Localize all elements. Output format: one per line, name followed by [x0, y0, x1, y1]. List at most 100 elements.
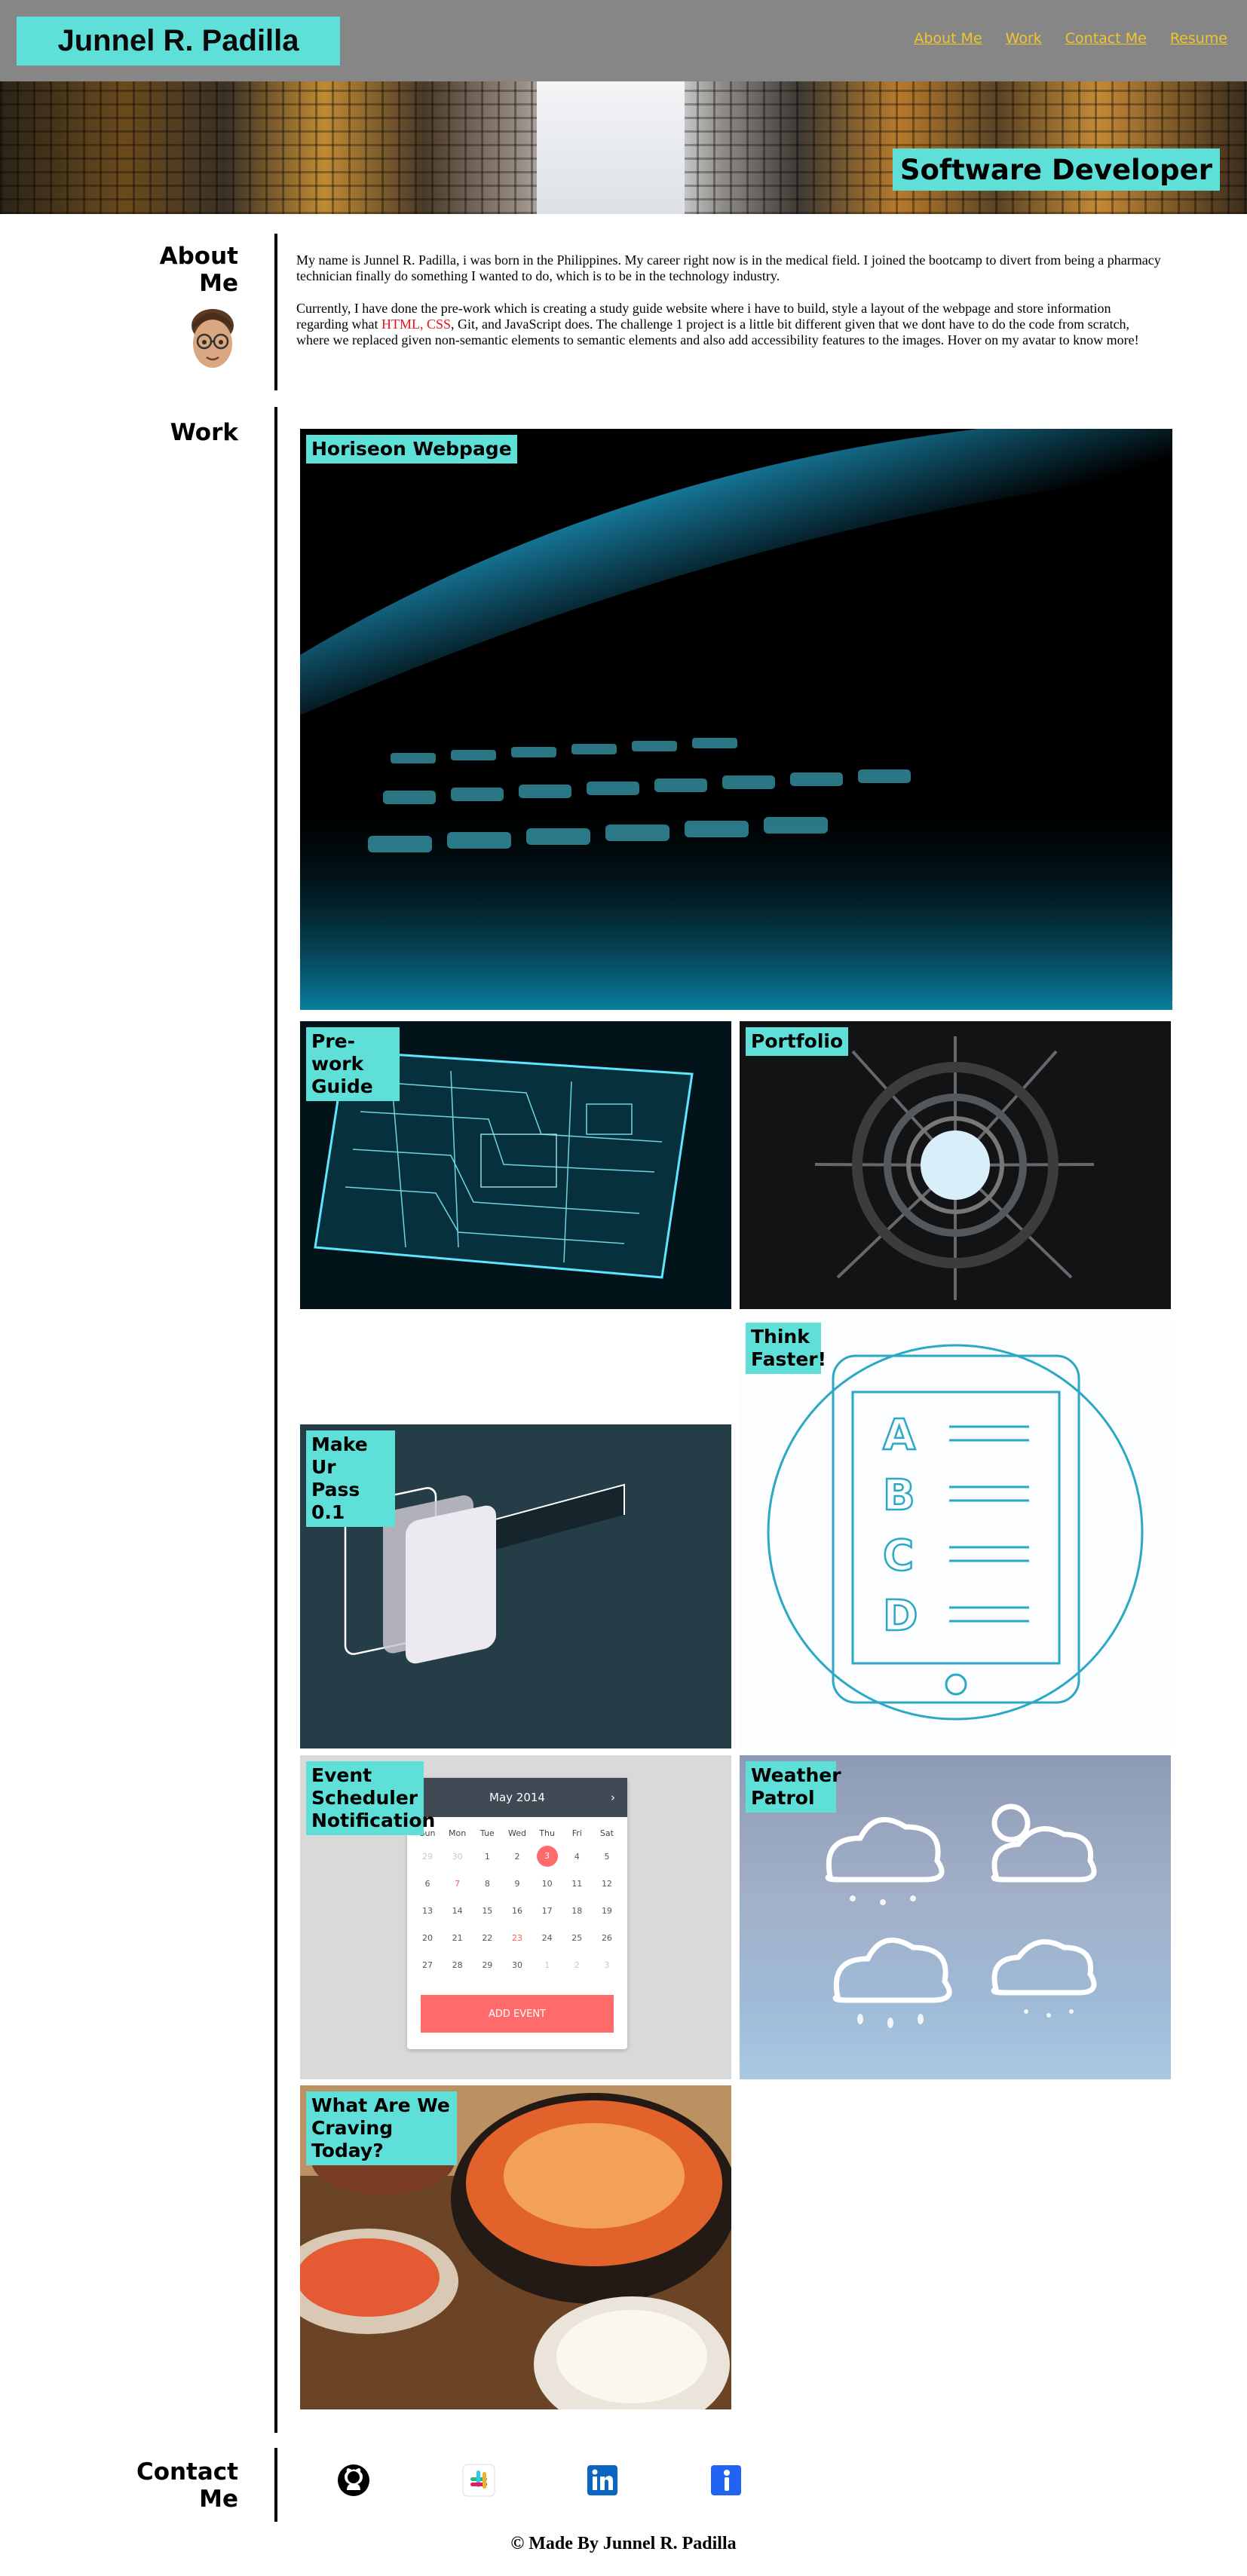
- sun-cloud-icon: [991, 1826, 1097, 1883]
- calendar-header: ‹ May 2014 ›: [407, 1778, 627, 1817]
- calendar-day[interactable]: 7: [445, 1879, 470, 1889]
- calendar-day[interactable]: 28: [445, 1960, 470, 1970]
- calendar-weekday: Thu: [539, 1828, 555, 1838]
- project-title-event-scheduler: Event Scheduler Notification: [306, 1761, 435, 1835]
- project-card-food-craving[interactable]: What Are We Craving Today?: [300, 2085, 731, 2409]
- quiz-letter-c: C: [883, 1531, 914, 1580]
- calendar-weekday: Mon: [449, 1828, 467, 1838]
- calendar-day[interactable]: 15: [474, 1906, 500, 1916]
- linkedin-icon[interactable]: [585, 2463, 620, 2498]
- calendar-day[interactable]: 22: [474, 1933, 500, 1943]
- calendar-day[interactable]: 12: [594, 1879, 620, 1889]
- calendar-day[interactable]: 20: [415, 1933, 440, 1943]
- calendar-day[interactable]: 17: [535, 1906, 560, 1916]
- highlight-html-css: HTML, CSS: [381, 317, 451, 332]
- github-icon[interactable]: [336, 2463, 371, 2498]
- project-card-weather-patrol[interactable]: Weather Patrol: [740, 1755, 1171, 2079]
- rain-cloud-icon: [832, 1937, 952, 2003]
- calendar-day[interactable]: 1: [535, 1960, 560, 1970]
- about-paragraph-2: Currently, I have done the pre-work whic…: [296, 301, 1163, 348]
- calendar-month: May 2014: [489, 1791, 545, 1804]
- calendar-day[interactable]: 29: [415, 1852, 440, 1862]
- calendar-week-row: 6 7 8 9 10 11 12: [415, 1870, 620, 1897]
- project-title-food-craving: What Are We Craving Today?: [306, 2091, 457, 2165]
- calendar-day[interactable]: 19: [594, 1906, 620, 1916]
- calendar-day[interactable]: 30: [504, 1960, 530, 1970]
- calendar-day[interactable]: 18: [564, 1906, 590, 1916]
- calendar-day[interactable]: 8: [474, 1879, 500, 1889]
- contact-links: [336, 2463, 758, 2498]
- nav-link-work[interactable]: Work: [1006, 30, 1042, 47]
- calendar-day[interactable]: 2: [564, 1960, 590, 1970]
- calendar-weekday: Tue: [479, 1828, 495, 1838]
- project-card-portfolio[interactable]: Portfolio: [740, 1021, 1171, 1309]
- about-paragraph-1: My name is Junnel R. Padilla, i was born…: [296, 252, 1161, 283]
- calendar-day[interactable]: 16: [504, 1906, 530, 1916]
- calendar-day[interactable]: 24: [535, 1933, 560, 1943]
- calendar-day[interactable]: 14: [445, 1906, 470, 1916]
- quiz-letter-a: A: [883, 1411, 916, 1460]
- calendar-week-row: 27 28 29 30 1 2 3: [415, 1951, 620, 1978]
- calendar-weekday: Fri: [571, 1828, 582, 1838]
- contact-divider: [274, 2448, 277, 2522]
- site-header: Junnel R. Padilla About Me Work Contact …: [0, 0, 1247, 81]
- calendar-weekday: Wed: [507, 1828, 526, 1838]
- slack-icon[interactable]: [461, 2463, 496, 2498]
- calendar-day[interactable]: 30: [445, 1852, 470, 1862]
- quiz-tablet-image: A B C D: [740, 1317, 1171, 1748]
- nav-link-resume[interactable]: Resume: [1170, 30, 1227, 47]
- project-card-think-faster[interactable]: A B C D Think Faster!: [740, 1317, 1171, 1748]
- main-nav: About Me Work Contact Me Resume: [914, 30, 1227, 47]
- project-title-portfolio: Portfolio: [746, 1027, 849, 1056]
- about-text: My name is Junnel R. Padilla, i was born…: [296, 252, 1163, 365]
- tunnel-image: [740, 1021, 1171, 1309]
- calendar-day[interactable]: 10: [535, 1879, 560, 1889]
- about-divider: [274, 234, 277, 390]
- calendar-day[interactable]: 27: [415, 1960, 440, 1970]
- hero-sky: [537, 81, 685, 214]
- calendar-day[interactable]: 2: [504, 1852, 530, 1862]
- calendar-day[interactable]: 3: [536, 1846, 558, 1867]
- contact-heading: Contact Me: [136, 2458, 238, 2513]
- brand-name: Junnel R. Padilla: [17, 17, 340, 66]
- snow-cloud-icon: [825, 1816, 945, 1883]
- work-divider: [274, 407, 277, 2433]
- calendar-widget: ‹ May 2014 › SunMonTueWedThuFriSat293012…: [407, 1778, 627, 2049]
- project-card-horiseon[interactable]: Horiseon Webpage: [300, 429, 1172, 1010]
- nav-link-about[interactable]: About Me: [914, 30, 982, 47]
- footer-credit: © Made By Junnel R. Padilla: [510, 2534, 737, 2553]
- calendar-day[interactable]: 3: [594, 1960, 620, 1970]
- drizzle-cloud-icon: [991, 1939, 1097, 1996]
- work-heading: Work: [170, 419, 238, 446]
- hero-title: Software Developer: [892, 148, 1220, 191]
- calendar-day[interactable]: 25: [564, 1933, 590, 1943]
- calendar-day[interactable]: 26: [594, 1933, 620, 1943]
- calendar-week-row: 29 30 1 2 3 4 5: [415, 1843, 620, 1870]
- add-event-button[interactable]: ADD EVENT: [421, 1995, 614, 2033]
- calendar-week-row: 20 21 22 23 24 25 26: [415, 1924, 620, 1951]
- memoji-avatar-icon[interactable]: [187, 300, 238, 375]
- calendar-weekday: Sat: [599, 1828, 614, 1838]
- calendar-day[interactable]: 29: [474, 1960, 500, 1970]
- calendar-day[interactable]: 4: [564, 1852, 590, 1862]
- calendar-day[interactable]: 6: [415, 1879, 440, 1889]
- project-card-prework[interactable]: Pre-work Guide: [300, 1021, 731, 1309]
- calendar-day[interactable]: 21: [445, 1933, 470, 1943]
- project-title-weather-patrol: Weather Patrol: [746, 1761, 841, 1813]
- nav-link-contact[interactable]: Contact Me: [1065, 30, 1147, 47]
- calendar-day[interactable]: 1: [474, 1852, 500, 1862]
- calendar-day[interactable]: 9: [504, 1879, 530, 1889]
- quiz-letter-b: B: [883, 1471, 915, 1520]
- calendar-day[interactable]: 23: [504, 1933, 530, 1943]
- calendar-day[interactable]: 13: [415, 1906, 440, 1916]
- quiz-letter-d: D: [883, 1592, 918, 1641]
- calendar-weekday-row: Sun Mon Tue Wed Thu Fri Sat: [415, 1823, 620, 1843]
- calendar-day[interactable]: 11: [564, 1879, 590, 1889]
- project-card-event-scheduler[interactable]: ‹ May 2014 › SunMonTueWedThuFriSat293012…: [300, 1755, 731, 2079]
- indeed-icon[interactable]: [709, 2463, 743, 2498]
- calendar-week-row: 13 14 15 16 17 18 19: [415, 1897, 620, 1924]
- project-card-make-ur-pass[interactable]: Make Ur Pass 0.1: [300, 1424, 731, 1748]
- calendar-day[interactable]: 5: [594, 1852, 620, 1862]
- project-title-horiseon: Horiseon Webpage: [306, 435, 517, 463]
- next-month-icon[interactable]: ›: [611, 1791, 615, 1804]
